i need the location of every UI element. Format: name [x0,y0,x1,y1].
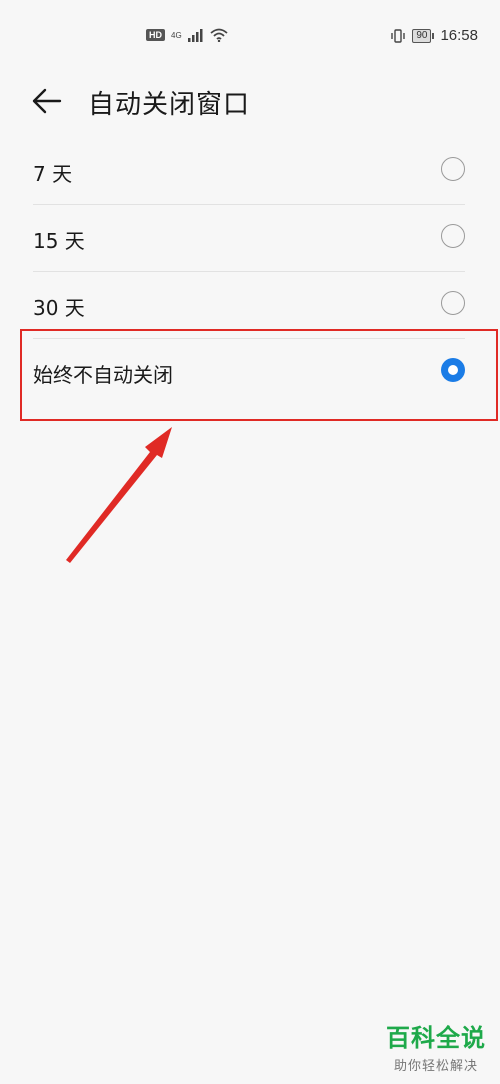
option-label: 30 天 [33,296,85,320]
option-15-days[interactable]: 15 天 [33,205,465,272]
radio-button[interactable] [441,291,465,315]
signal-icon [187,28,203,42]
hd-icon: HD [146,29,165,41]
option-label: 15 天 [33,229,85,253]
vibrate-icon [391,28,406,43]
radio-button[interactable] [441,157,465,181]
network-type: 4G [171,30,182,40]
page-title: 自动关闭窗口 [88,90,251,120]
back-button[interactable] [30,84,70,118]
annotation-highlight-box [20,329,498,421]
battery-tip [432,32,435,39]
watermark-brand: 百科全说 [386,1024,486,1052]
status-bar: HD 4G 90 16:58 [0,0,500,70]
status-time: 16:58 [440,27,478,44]
option-label: 7 天 [33,162,73,186]
app-header: 自动关闭窗口 [0,76,500,126]
wifi-icon [210,28,228,42]
radio-button[interactable] [441,224,465,248]
option-7-days[interactable]: 7 天 [33,138,465,205]
status-right: 90 16:58 [390,27,478,44]
status-left: HD 4G [146,28,228,42]
battery-icon: 90 [412,28,432,43]
watermark-logo: 百科全说 助你轻松解决 [386,1018,486,1074]
arrow-left-icon [32,88,62,114]
watermark-tagline: 助你轻松解决 [393,1059,478,1074]
